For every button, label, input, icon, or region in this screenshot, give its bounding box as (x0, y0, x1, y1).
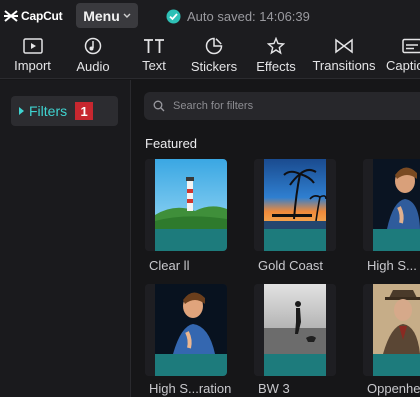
annotation-badge: 1 (75, 102, 94, 120)
search-input[interactable] (173, 100, 403, 112)
menu-button[interactable]: Menu (76, 3, 138, 28)
media-toolbar: Import Audio Text Stickers Effects Trans… (0, 32, 420, 79)
toolbar-item-label: Effects (256, 59, 296, 74)
filter-thumbnail-bw3[interactable] (254, 284, 336, 376)
filter-color-strip (155, 354, 227, 376)
caret-right-icon (19, 107, 24, 115)
toolbar-item-label: Import (14, 58, 51, 73)
filter-name: Gold Coast (258, 258, 324, 273)
menu-label: Menu (83, 7, 120, 24)
filter-color-strip (155, 229, 227, 251)
autosave-status: Auto saved: 14:06:39 (166, 7, 310, 25)
filter-color-strip (264, 354, 326, 376)
filter-name: Oppenhe (367, 381, 420, 396)
autosave-text: Auto saved: 14:06:39 (187, 8, 310, 24)
filter-search-bar[interactable] (144, 92, 420, 120)
filter-color-strip (264, 229, 326, 251)
sidebar-item-label: Filters (29, 103, 68, 119)
capcut-logo-icon (4, 10, 18, 22)
text-icon (144, 39, 164, 53)
section-title-featured: Featured (145, 136, 198, 151)
toolbar-item-label: Text (142, 58, 166, 73)
captions-icon (402, 38, 420, 54)
toolbar-item-label: Transitions (312, 58, 376, 73)
filter-name: High S...ration (149, 381, 232, 396)
toolbar-item-captions[interactable]: Captio (386, 32, 420, 79)
toolbar-item-label: Audio (76, 59, 110, 74)
filter-name: High S... (367, 258, 417, 273)
audio-icon (84, 37, 102, 55)
toolbar-item-label: Stickers (190, 59, 238, 74)
toolbar-item-transitions[interactable]: Transitions (311, 32, 377, 79)
title-bar: CapCut Menu Auto saved: 14:06:39 (0, 0, 420, 32)
effects-icon (267, 37, 285, 55)
filter-color-strip (373, 229, 420, 251)
stickers-icon (205, 37, 223, 55)
import-icon (22, 38, 43, 54)
filter-thumbnail-clear[interactable] (145, 159, 227, 251)
brand-name: CapCut (21, 9, 63, 23)
toolbar-item-stickers[interactable]: Stickers (188, 32, 240, 79)
chevron-down-icon (123, 13, 131, 18)
filter-thumbnail-oppenheimer[interactable] (363, 284, 420, 376)
filter-color-strip (373, 354, 420, 376)
capcut-logo: CapCut (4, 8, 63, 24)
toolbar-item-import[interactable]: Import (10, 32, 55, 79)
toolbar-item-text[interactable]: Text (139, 32, 169, 79)
filter-thumbnail-high-s[interactable] (363, 159, 420, 251)
sidebar-item-filters[interactable]: Filters 1 (11, 96, 118, 126)
filter-thumbnail-gold-coast[interactable] (254, 159, 336, 251)
filter-name: BW 3 (258, 381, 290, 396)
search-icon (153, 100, 165, 112)
filters-sidebar: Filters 1 (0, 80, 131, 397)
filter-thumbnail-high-saturation[interactable] (145, 284, 227, 376)
transitions-icon (335, 38, 353, 54)
filter-name: Clear ll (149, 258, 190, 273)
toolbar-item-effects[interactable]: Effects (254, 32, 298, 79)
toolbar-item-audio[interactable]: Audio (73, 32, 113, 79)
toolbar-item-label: Captio (386, 58, 420, 73)
check-circle-icon (166, 9, 181, 23)
